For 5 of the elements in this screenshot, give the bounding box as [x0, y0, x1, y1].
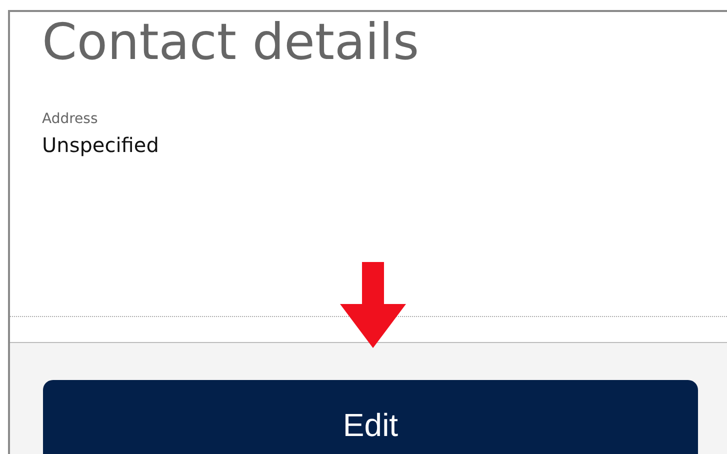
field-value: Unspecified: [42, 132, 159, 159]
field-label: Address: [42, 110, 98, 129]
section-title: Contact details: [42, 17, 420, 67]
arrow-icon: [340, 262, 406, 348]
edit-button[interactable]: Edit: [43, 380, 698, 454]
